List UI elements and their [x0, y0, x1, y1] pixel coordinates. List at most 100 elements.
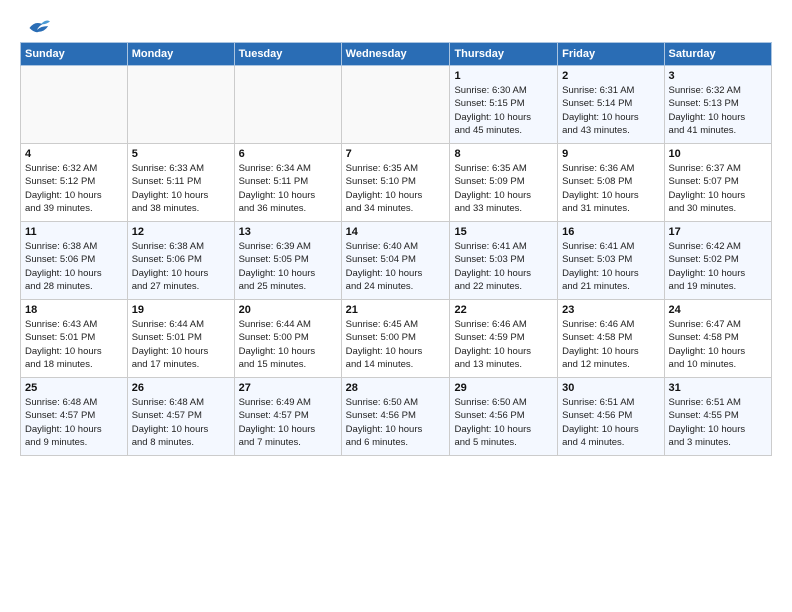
day-info: Sunrise: 6:49 AMSunset: 4:57 PMDaylight:…	[239, 396, 337, 449]
day-number: 9	[562, 148, 659, 160]
day-number: 13	[239, 226, 337, 238]
calendar-cell: 21 Sunrise: 6:45 AMSunset: 5:00 PMDayligh…	[341, 300, 450, 378]
day-number: 20	[239, 304, 337, 316]
day-info: Sunrise: 6:30 AMSunset: 5:15 PMDaylight:…	[454, 84, 553, 137]
day-number: 16	[562, 226, 659, 238]
day-number: 27	[239, 382, 337, 394]
weekday-header: Sunday	[21, 43, 128, 66]
day-info: Sunrise: 6:45 AMSunset: 5:00 PMDaylight:…	[346, 318, 446, 371]
day-info: Sunrise: 6:50 AMSunset: 4:56 PMDaylight:…	[346, 396, 446, 449]
day-number: 8	[454, 148, 553, 160]
calendar-cell: 27 Sunrise: 6:49 AMSunset: 4:57 PMDayligh…	[234, 378, 341, 456]
day-number: 26	[132, 382, 230, 394]
day-info: Sunrise: 6:36 AMSunset: 5:08 PMDaylight:…	[562, 162, 659, 215]
calendar-week-row: 4Sunrise: 6:32 AMSunset: 5:12 PMDaylight…	[21, 144, 772, 222]
day-number: 19	[132, 304, 230, 316]
day-info: Sunrise: 6:43 AMSunset: 5:01 PMDaylight:…	[25, 318, 123, 371]
calendar-cell: 6 Sunrise: 6:34 AMSunset: 5:11 PMDaylight…	[234, 144, 341, 222]
day-number: 7	[346, 148, 446, 160]
calendar-cell: 30Sunrise: 6:51 AMSunset: 4:56 PMDayligh…	[558, 378, 664, 456]
day-info: Sunrise: 6:35 AMSunset: 5:10 PMDaylight:…	[346, 162, 446, 215]
calendar-cell: 8 Sunrise: 6:35 AMSunset: 5:09 PMDaylight…	[450, 144, 558, 222]
day-number: 21	[346, 304, 446, 316]
day-number: 5	[132, 148, 230, 160]
day-info: Sunrise: 6:34 AMSunset: 5:11 PMDaylight:…	[239, 162, 337, 215]
day-info: Sunrise: 6:35 AMSunset: 5:09 PMDaylight:…	[454, 162, 553, 215]
day-info: Sunrise: 6:46 AMSunset: 4:58 PMDaylight:…	[562, 318, 659, 371]
day-number: 17	[669, 226, 767, 238]
weekday-header: Wednesday	[341, 43, 450, 66]
day-info: Sunrise: 6:33 AMSunset: 5:11 PMDaylight:…	[132, 162, 230, 215]
day-number: 28	[346, 382, 446, 394]
day-number: 24	[669, 304, 767, 316]
day-number: 29	[454, 382, 553, 394]
day-info: Sunrise: 6:38 AMSunset: 5:06 PMDaylight:…	[132, 240, 230, 293]
calendar-cell	[234, 66, 341, 144]
calendar-cell: 9 Sunrise: 6:36 AMSunset: 5:08 PMDaylight…	[558, 144, 664, 222]
day-number: 18	[25, 304, 123, 316]
calendar: SundayMondayTuesdayWednesdayThursdayFrid…	[20, 42, 772, 456]
day-number: 25	[25, 382, 123, 394]
calendar-week-row: 1 Sunrise: 6:30 AMSunset: 5:15 PMDaylight…	[21, 66, 772, 144]
day-number: 22	[454, 304, 553, 316]
weekday-header: Tuesday	[234, 43, 341, 66]
day-number: 10	[669, 148, 767, 160]
calendar-cell: 5 Sunrise: 6:33 AMSunset: 5:11 PMDaylight…	[127, 144, 234, 222]
day-number: 4	[25, 148, 123, 160]
calendar-week-row: 18 Sunrise: 6:43 AMSunset: 5:01 PMDayligh…	[21, 300, 772, 378]
day-number: 2	[562, 70, 659, 82]
calendar-cell: 16 Sunrise: 6:41 AMSunset: 5:03 PMDayligh…	[558, 222, 664, 300]
day-info: Sunrise: 6:47 AMSunset: 4:58 PMDaylight:…	[669, 318, 767, 371]
day-number: 14	[346, 226, 446, 238]
calendar-cell: 26 Sunrise: 6:48 AMSunset: 4:57 PMDayligh…	[127, 378, 234, 456]
day-number: 12	[132, 226, 230, 238]
day-number: 11	[25, 226, 123, 238]
day-number: 23	[562, 304, 659, 316]
page: SundayMondayTuesdayWednesdayThursdayFrid…	[0, 0, 792, 612]
calendar-week-row: 11 Sunrise: 6:38 AMSunset: 5:06 PMDayligh…	[21, 222, 772, 300]
calendar-cell: 29 Sunrise: 6:50 AMSunset: 4:56 PMDayligh…	[450, 378, 558, 456]
day-info: Sunrise: 6:50 AMSunset: 4:56 PMDaylight:…	[454, 396, 553, 449]
day-number: 15	[454, 226, 553, 238]
day-info: Sunrise: 6:32 AMSunset: 5:13 PMDaylight:…	[669, 84, 767, 137]
calendar-cell: 1 Sunrise: 6:30 AMSunset: 5:15 PMDaylight…	[450, 66, 558, 144]
day-info: Sunrise: 6:41 AMSunset: 5:03 PMDaylight:…	[562, 240, 659, 293]
calendar-header-row: SundayMondayTuesdayWednesdayThursdayFrid…	[21, 43, 772, 66]
weekday-header: Monday	[127, 43, 234, 66]
day-info: Sunrise: 6:42 AMSunset: 5:02 PMDaylight:…	[669, 240, 767, 293]
day-number: 6	[239, 148, 337, 160]
calendar-cell: 25Sunrise: 6:48 AMSunset: 4:57 PMDayligh…	[21, 378, 128, 456]
calendar-week-row: 25 Sunrise: 6:48 AMSunset: 4:57 PMDayligh…	[21, 378, 772, 456]
calendar-cell	[21, 66, 128, 144]
day-info: Sunrise: 6:44 AMSunset: 5:00 PMDaylight:…	[239, 318, 337, 371]
day-number: 30	[562, 382, 659, 394]
day-info: Sunrise: 6:48 AMSunset: 4:57 PMDaylight:…	[132, 396, 230, 449]
calendar-cell: 14 Sunrise: 6:40 AMSunset: 5:04 PMDayligh…	[341, 222, 450, 300]
weekday-header: Thursday	[450, 43, 558, 66]
day-info: Sunrise: 6:37 AMSunset: 5:07 PMDaylight:…	[669, 162, 767, 215]
calendar-cell: 2Sunrise: 6:31 AMSunset: 5:14 PMDaylight…	[558, 66, 664, 144]
day-info: Sunrise: 6:46 AMSunset: 4:59 PMDaylight:…	[454, 318, 553, 371]
calendar-cell: 28 Sunrise: 6:50 AMSunset: 4:56 PMDayligh…	[341, 378, 450, 456]
day-info: Sunrise: 6:40 AMSunset: 5:04 PMDaylight:…	[346, 240, 446, 293]
calendar-cell: 24 Sunrise: 6:47 AMSunset: 4:58 PMDayligh…	[664, 300, 771, 378]
calendar-cell: 12 Sunrise: 6:38 AMSunset: 5:06 PMDayligh…	[127, 222, 234, 300]
calendar-cell: 23 Sunrise: 6:46 AMSunset: 4:58 PMDayligh…	[558, 300, 664, 378]
calendar-cell: 4Sunrise: 6:32 AMSunset: 5:12 PMDaylight…	[21, 144, 128, 222]
calendar-cell	[341, 66, 450, 144]
calendar-cell: 20 Sunrise: 6:44 AMSunset: 5:00 PMDayligh…	[234, 300, 341, 378]
calendar-cell	[127, 66, 234, 144]
day-info: Sunrise: 6:39 AMSunset: 5:05 PMDaylight:…	[239, 240, 337, 293]
calendar-cell: 22 Sunrise: 6:46 AMSunset: 4:59 PMDayligh…	[450, 300, 558, 378]
calendar-cell: 18 Sunrise: 6:43 AMSunset: 5:01 PMDayligh…	[21, 300, 128, 378]
day-info: Sunrise: 6:41 AMSunset: 5:03 PMDaylight:…	[454, 240, 553, 293]
calendar-cell: 19 Sunrise: 6:44 AMSunset: 5:01 PMDayligh…	[127, 300, 234, 378]
day-info: Sunrise: 6:38 AMSunset: 5:06 PMDaylight:…	[25, 240, 123, 293]
calendar-cell: 3Sunrise: 6:32 AMSunset: 5:13 PMDaylight…	[664, 66, 771, 144]
day-info: Sunrise: 6:44 AMSunset: 5:01 PMDaylight:…	[132, 318, 230, 371]
day-number: 1	[454, 70, 553, 82]
calendar-cell: 31Sunrise: 6:51 AMSunset: 4:55 PMDayligh…	[664, 378, 771, 456]
logo	[20, 16, 50, 36]
calendar-cell: 17 Sunrise: 6:42 AMSunset: 5:02 PMDayligh…	[664, 222, 771, 300]
calendar-cell: 7 Sunrise: 6:35 AMSunset: 5:10 PMDaylight…	[341, 144, 450, 222]
